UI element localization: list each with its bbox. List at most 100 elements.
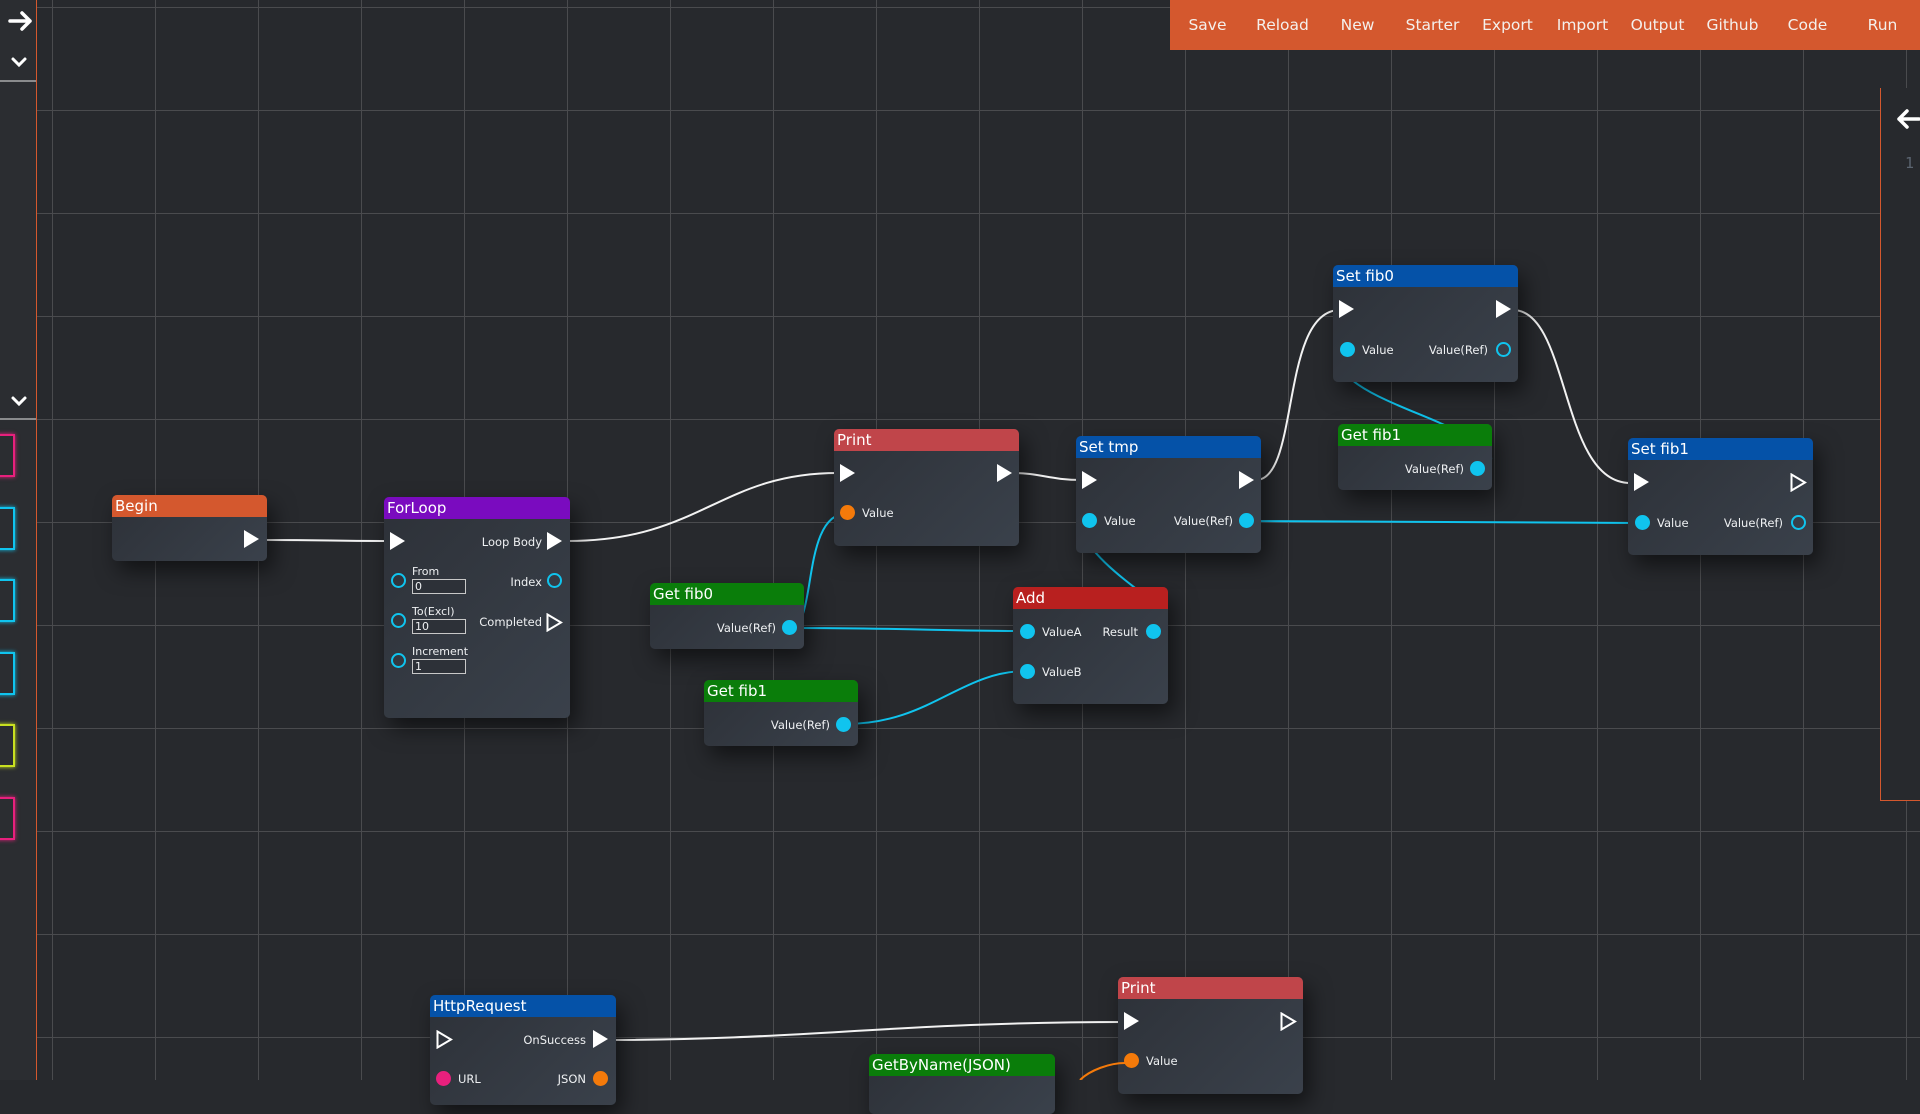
run-button[interactable]: Run <box>1845 16 1920 34</box>
swatch-yellow[interactable] <box>0 724 15 767</box>
pin-label: Value(Ref) <box>1173 514 1233 528</box>
node-title: Print <box>1118 977 1303 999</box>
result-pin[interactable] <box>1146 624 1161 639</box>
swatch-pink[interactable] <box>0 797 15 840</box>
code-button[interactable]: Code <box>1770 16 1845 34</box>
exec-out-pin[interactable] <box>997 464 1012 482</box>
save-button[interactable]: Save <box>1170 16 1245 34</box>
exec-out-pin[interactable] <box>1239 471 1254 489</box>
new-button[interactable]: New <box>1320 16 1395 34</box>
exec-out-pin[interactable] <box>1496 300 1511 318</box>
starter-button[interactable]: Starter <box>1395 16 1470 34</box>
pin-label: Result <box>1102 625 1138 639</box>
pin-label: Value(Ref) <box>1723 516 1783 530</box>
pin-label: Value <box>1146 1054 1178 1068</box>
pin-label: Loop Body <box>481 535 542 549</box>
value-ref-pin[interactable] <box>1496 342 1511 357</box>
exec-in-pin[interactable] <box>1634 473 1649 491</box>
node-print[interactable]: Print Value <box>834 429 1019 546</box>
left-panel <box>0 0 37 1080</box>
swatch-cyan[interactable] <box>0 652 15 695</box>
exec-in-pin[interactable] <box>436 1030 453 1049</box>
completed-pin[interactable] <box>546 613 563 632</box>
value-ref-pin[interactable] <box>836 717 851 732</box>
exec-in-pin[interactable] <box>390 532 405 550</box>
increment-label: Increment <box>412 645 469 658</box>
pin-label: Value <box>862 506 894 520</box>
reload-button[interactable]: Reload <box>1245 16 1320 34</box>
node-get-by-name[interactable]: GetByName(JSON) <box>869 1054 1055 1114</box>
node-title: Set fib1 <box>1628 438 1813 460</box>
pin-label: JSON <box>557 1072 586 1086</box>
output-button[interactable]: Output <box>1620 16 1695 34</box>
index-pin[interactable] <box>547 573 562 588</box>
value-pin[interactable] <box>1635 515 1650 530</box>
pin-label: Value(Ref) <box>1428 343 1488 357</box>
node-set-fib1[interactable]: Set fib1 Value Value(Ref) <box>1628 438 1813 555</box>
node-title: Set tmp <box>1076 436 1261 458</box>
exec-in-pin[interactable] <box>1339 300 1354 318</box>
swatch-cyan[interactable] <box>0 507 15 550</box>
chevron-down-icon[interactable] <box>10 55 28 69</box>
pin-label: ValueB <box>1042 665 1082 679</box>
code-panel: 1 <box>1880 88 1920 801</box>
increment-pin[interactable] <box>391 653 406 668</box>
increment-input[interactable]: 1 <box>412 659 466 674</box>
to-label: To(Excl) <box>412 605 455 618</box>
pin-label: Index <box>510 575 542 589</box>
from-input[interactable]: 0 <box>412 579 466 594</box>
pin-label: Value <box>1104 514 1136 528</box>
node-get-fib1[interactable]: Get fib1 Value(Ref) <box>1338 424 1492 490</box>
chevron-down-icon[interactable] <box>10 394 28 408</box>
node-title: Get fib1 <box>704 680 858 702</box>
swatch-pink[interactable] <box>0 434 15 477</box>
value-pin[interactable] <box>1124 1053 1139 1068</box>
exec-in-pin[interactable] <box>1082 471 1097 489</box>
from-label: From <box>412 565 440 578</box>
arrow-left-icon[interactable] <box>1895 106 1920 132</box>
on-success-pin[interactable] <box>593 1030 608 1048</box>
node-get-fib1[interactable]: Get fib1 Value(Ref) <box>704 680 858 746</box>
to-input[interactable]: 10 <box>412 619 466 634</box>
value-pin[interactable] <box>1082 513 1097 528</box>
value-b-pin[interactable] <box>1020 664 1035 679</box>
node-set-fib0[interactable]: Set fib0 Value Value(Ref) <box>1333 265 1518 382</box>
value-pin[interactable] <box>1340 342 1355 357</box>
value-ref-pin[interactable] <box>1470 461 1485 476</box>
node-add[interactable]: Add ValueA Result ValueB <box>1013 587 1168 704</box>
arrow-right-icon[interactable] <box>8 8 34 34</box>
node-title: Get fib1 <box>1338 424 1492 446</box>
exec-in-pin[interactable] <box>1124 1012 1139 1030</box>
node-title: GetByName(JSON) <box>869 1054 1055 1076</box>
export-button[interactable]: Export <box>1470 16 1545 34</box>
loop-body-pin[interactable] <box>547 532 562 550</box>
node-forloop[interactable]: ForLoop Loop Body From 0 Index To(Excl) … <box>384 497 570 718</box>
url-pin[interactable] <box>436 1071 451 1086</box>
node-set-tmp[interactable]: Set tmp Value Value(Ref) <box>1076 436 1261 553</box>
exec-in-pin[interactable] <box>840 464 855 482</box>
node-get-fib0[interactable]: Get fib0 Value(Ref) <box>650 583 804 649</box>
from-pin[interactable] <box>391 573 406 588</box>
exec-out-pin[interactable] <box>244 530 259 548</box>
exec-out-pin[interactable] <box>1280 1012 1297 1031</box>
node-begin[interactable]: Begin <box>112 495 267 561</box>
github-button[interactable]: Github <box>1695 16 1770 34</box>
node-title: Begin <box>112 495 267 517</box>
value-pin[interactable] <box>840 505 855 520</box>
import-button[interactable]: Import <box>1545 16 1620 34</box>
node-title: Add <box>1013 587 1168 609</box>
swatch-cyan[interactable] <box>0 579 15 622</box>
node-title: Set fib0 <box>1333 265 1518 287</box>
json-pin[interactable] <box>593 1071 608 1086</box>
value-a-pin[interactable] <box>1020 624 1035 639</box>
value-ref-pin[interactable] <box>782 620 797 635</box>
to-pin[interactable] <box>391 613 406 628</box>
pin-label: Value <box>1362 343 1394 357</box>
value-ref-pin[interactable] <box>1791 515 1806 530</box>
value-ref-pin[interactable] <box>1239 513 1254 528</box>
pin-label: URL <box>458 1072 481 1086</box>
toolbar: Save Reload New Starter Export Import Ou… <box>1170 0 1920 50</box>
exec-out-pin[interactable] <box>1790 473 1807 492</box>
node-http-request[interactable]: HttpRequest OnSuccess URL JSON <box>430 995 616 1105</box>
node-print[interactable]: Print Value <box>1118 977 1303 1094</box>
